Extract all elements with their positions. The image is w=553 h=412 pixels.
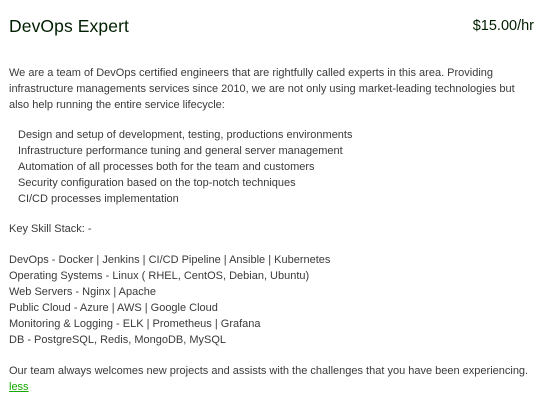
outro-paragraph: Our team always welcomes new projects an… xyxy=(9,365,529,377)
skill-line: Monitoring & Logging - ELK | Prometheus … xyxy=(9,318,261,330)
profile-title: DevOps Expert xyxy=(9,15,129,36)
intro-paragraph: We are a team of DevOps certified engine… xyxy=(9,67,515,111)
skill-line: Operating Systems - Linux ( RHEL, CentOS… xyxy=(9,270,310,282)
list-item: CI/CD processes implementation xyxy=(18,193,179,205)
skill-line: DevOps - Docker | Jenkins | CI/CD Pipeli… xyxy=(9,254,331,266)
skill-line: Public Cloud - Azure | AWS | Google Clou… xyxy=(9,302,218,314)
skills-list: DevOps - Docker | Jenkins | CI/CD Pipeli… xyxy=(9,252,529,348)
list-item: Automation of all processes both for the… xyxy=(18,161,315,173)
show-less-link[interactable]: less xyxy=(9,379,29,395)
profile-description: We are a team of DevOps certified engine… xyxy=(9,65,529,395)
skills-heading: Key Skill Stack: - xyxy=(9,223,92,235)
skill-line: Web Servers - Nginx | Apache xyxy=(9,286,156,298)
hourly-rate: $15.00/hr xyxy=(472,18,534,34)
list-item: Infrastructure performance tuning and ge… xyxy=(18,145,343,157)
services-list: Design and setup of development, testing… xyxy=(9,127,529,207)
list-item: Design and setup of development, testing… xyxy=(18,129,353,141)
list-item: Security configuration based on the top-… xyxy=(18,177,296,189)
profile-header: DevOps Expert $15.00/hr xyxy=(9,14,534,38)
skill-line: DB - PostgreSQL, Redis, MongoDB, MySQL xyxy=(9,334,227,346)
